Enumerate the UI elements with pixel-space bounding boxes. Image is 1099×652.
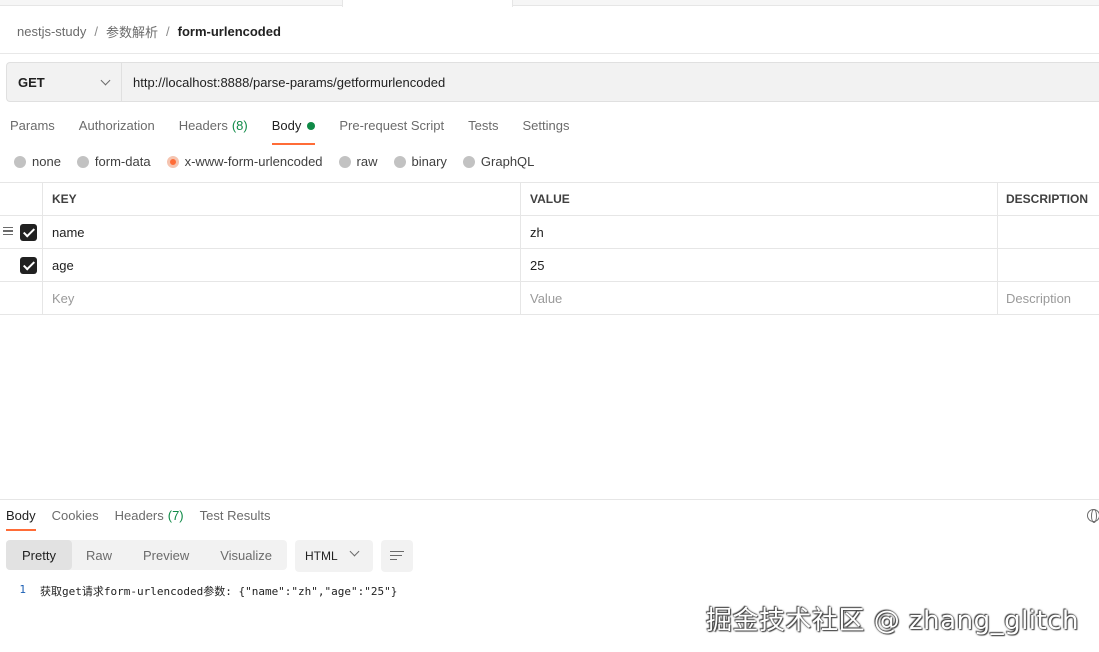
breadcrumb: nestjs-study / 参数解析 / form-urlencoded xyxy=(17,22,281,41)
row-check-cell xyxy=(0,249,43,281)
tab-pre-request-script[interactable]: Pre-request Script xyxy=(339,118,444,145)
breadcrumb-current-request[interactable]: form-urlencoded xyxy=(178,24,281,39)
table-header-description: DESCRIPTION xyxy=(1006,192,1089,206)
request-tabs: Params Authorization Headers (8) Body Pr… xyxy=(10,118,593,145)
tab-authorization-label: Authorization xyxy=(78,118,155,133)
wrap-line-icon xyxy=(390,551,404,553)
active-request-tab[interactable] xyxy=(342,0,513,7)
tab-settings-label: Settings xyxy=(522,118,570,133)
body-type-none[interactable]: none xyxy=(14,154,61,169)
url-bar: GET http://localhost:8888/parse-params/g… xyxy=(6,62,1099,102)
breadcrumb-separator: / xyxy=(166,24,170,39)
format-label: HTML xyxy=(305,549,338,563)
radio-selected-icon xyxy=(166,155,179,168)
tab-tests-label: Tests xyxy=(468,118,499,133)
key-value-table: KEY VALUE DESCRIPTION name zh age 25 Key… xyxy=(0,182,1099,315)
method-select[interactable]: GET xyxy=(7,63,122,101)
table-header-check-cell xyxy=(0,183,43,215)
response-tab-body[interactable]: Body xyxy=(6,508,36,531)
line-number: 1 xyxy=(19,583,26,596)
response-body-text: 获取get请求form-urlencoded参数: {"name":"zh","… xyxy=(40,585,398,598)
body-type-label: form-data xyxy=(94,154,151,169)
table-header-key: KEY xyxy=(43,183,521,215)
tab-params[interactable]: Params xyxy=(10,118,55,145)
body-type-x-www-form-urlencoded[interactable]: x-www-form-urlencoded xyxy=(166,154,323,169)
tab-headers[interactable]: Headers (8) xyxy=(179,118,248,145)
tab-authorization[interactable]: Authorization xyxy=(79,118,155,145)
row-check-cell xyxy=(0,282,43,314)
view-mode-preview[interactable]: Preview xyxy=(143,548,189,563)
response-divider[interactable] xyxy=(0,499,1099,500)
body-type-label: x-www-form-urlencoded xyxy=(184,154,323,169)
url-input[interactable]: http://localhost:8888/parse-params/getfo… xyxy=(122,75,445,90)
view-mode-raw[interactable]: Raw xyxy=(86,548,112,563)
body-type-graphql[interactable]: GraphQL xyxy=(462,154,535,169)
tab-params-label: Params xyxy=(10,118,55,133)
radio-icon xyxy=(14,155,26,168)
chevron-down-icon xyxy=(100,75,111,85)
header-divider xyxy=(0,53,1099,54)
tab-settings[interactable]: Settings xyxy=(522,118,569,145)
new-value-input[interactable]: Value xyxy=(521,282,998,314)
tab-pre-request-label: Pre-request Script xyxy=(339,118,445,133)
new-key-input[interactable]: Key xyxy=(43,282,521,314)
method-label: GET xyxy=(18,74,45,90)
body-type-label: binary xyxy=(411,154,447,169)
response-tabs: Body Cookies Headers (7) Test Results xyxy=(6,508,286,531)
tab-headers-label: Headers xyxy=(178,118,228,133)
radio-icon xyxy=(76,155,89,168)
table-header-row: KEY VALUE DESCRIPTION xyxy=(0,183,1099,216)
format-select[interactable]: HTML xyxy=(295,540,373,572)
radio-icon xyxy=(393,155,406,168)
view-mode-selector: Pretty Raw Preview Visualize xyxy=(6,540,287,570)
drag-handle-icon[interactable] xyxy=(3,227,13,237)
table-row: name zh xyxy=(0,216,1099,249)
response-tab-test-results[interactable]: Test Results xyxy=(200,508,271,531)
breadcrumb-collection[interactable]: nestjs-study xyxy=(17,24,86,39)
table-new-row: Key Value Description xyxy=(0,282,1099,315)
tab-tests[interactable]: Tests xyxy=(468,118,498,145)
table-row: age 25 xyxy=(0,249,1099,282)
view-mode-visualize[interactable]: Visualize xyxy=(220,548,272,563)
breadcrumb-folder[interactable]: 参数解析 xyxy=(106,22,158,41)
view-mode-pretty[interactable]: Pretty xyxy=(6,540,72,570)
row-value-input[interactable]: 25 xyxy=(521,249,998,281)
tab-body-label: Body xyxy=(271,118,302,133)
row-description-input[interactable] xyxy=(998,249,1099,281)
radio-icon xyxy=(462,155,475,168)
response-body-line: 1 获取get请求form-urlencoded参数: {"name":"zh"… xyxy=(0,583,397,599)
row-check-cell xyxy=(0,216,43,248)
radio-icon xyxy=(338,155,351,168)
body-type-label: none xyxy=(32,154,61,169)
row-key-input[interactable]: name xyxy=(43,216,521,248)
row-value-input[interactable]: zh xyxy=(521,216,998,248)
response-tab-cookies[interactable]: Cookies xyxy=(52,508,99,531)
row-description-input[interactable] xyxy=(998,216,1099,248)
watermark: 掘金技术社区 @ zhang_glitch xyxy=(706,606,1079,636)
row-key-input[interactable]: age xyxy=(43,249,521,281)
new-description-input[interactable]: Description xyxy=(998,282,1099,314)
response-tab-headers[interactable]: Headers (7) xyxy=(115,508,184,531)
body-type-form-data[interactable]: form-data xyxy=(76,154,151,169)
chevron-down-icon xyxy=(349,546,360,557)
globe-icon[interactable] xyxy=(1087,509,1099,523)
wrap-line-icon xyxy=(390,559,397,561)
breadcrumb-separator: / xyxy=(94,24,98,39)
tab-body[interactable]: Body xyxy=(271,118,316,145)
table-header-value: VALUE xyxy=(521,183,998,215)
tab-strip xyxy=(0,0,1099,7)
row-checkbox[interactable] xyxy=(20,223,37,241)
body-type-options: none form-data x-www-form-urlencoded raw… xyxy=(14,154,550,169)
wrap-line-icon xyxy=(390,555,402,557)
body-type-binary[interactable]: binary xyxy=(393,154,447,169)
response-tab-headers-label: Headers xyxy=(114,508,164,523)
body-type-label: GraphQL xyxy=(480,154,535,169)
wrap-lines-button[interactable] xyxy=(381,540,413,572)
row-checkbox[interactable] xyxy=(20,256,37,274)
body-type-raw[interactable]: raw xyxy=(338,154,378,169)
headers-count-badge: (8) xyxy=(231,118,248,133)
response-headers-count-badge: (7) xyxy=(167,508,184,523)
body-type-label: raw xyxy=(356,154,378,169)
body-indicator-dot-icon xyxy=(307,121,316,130)
